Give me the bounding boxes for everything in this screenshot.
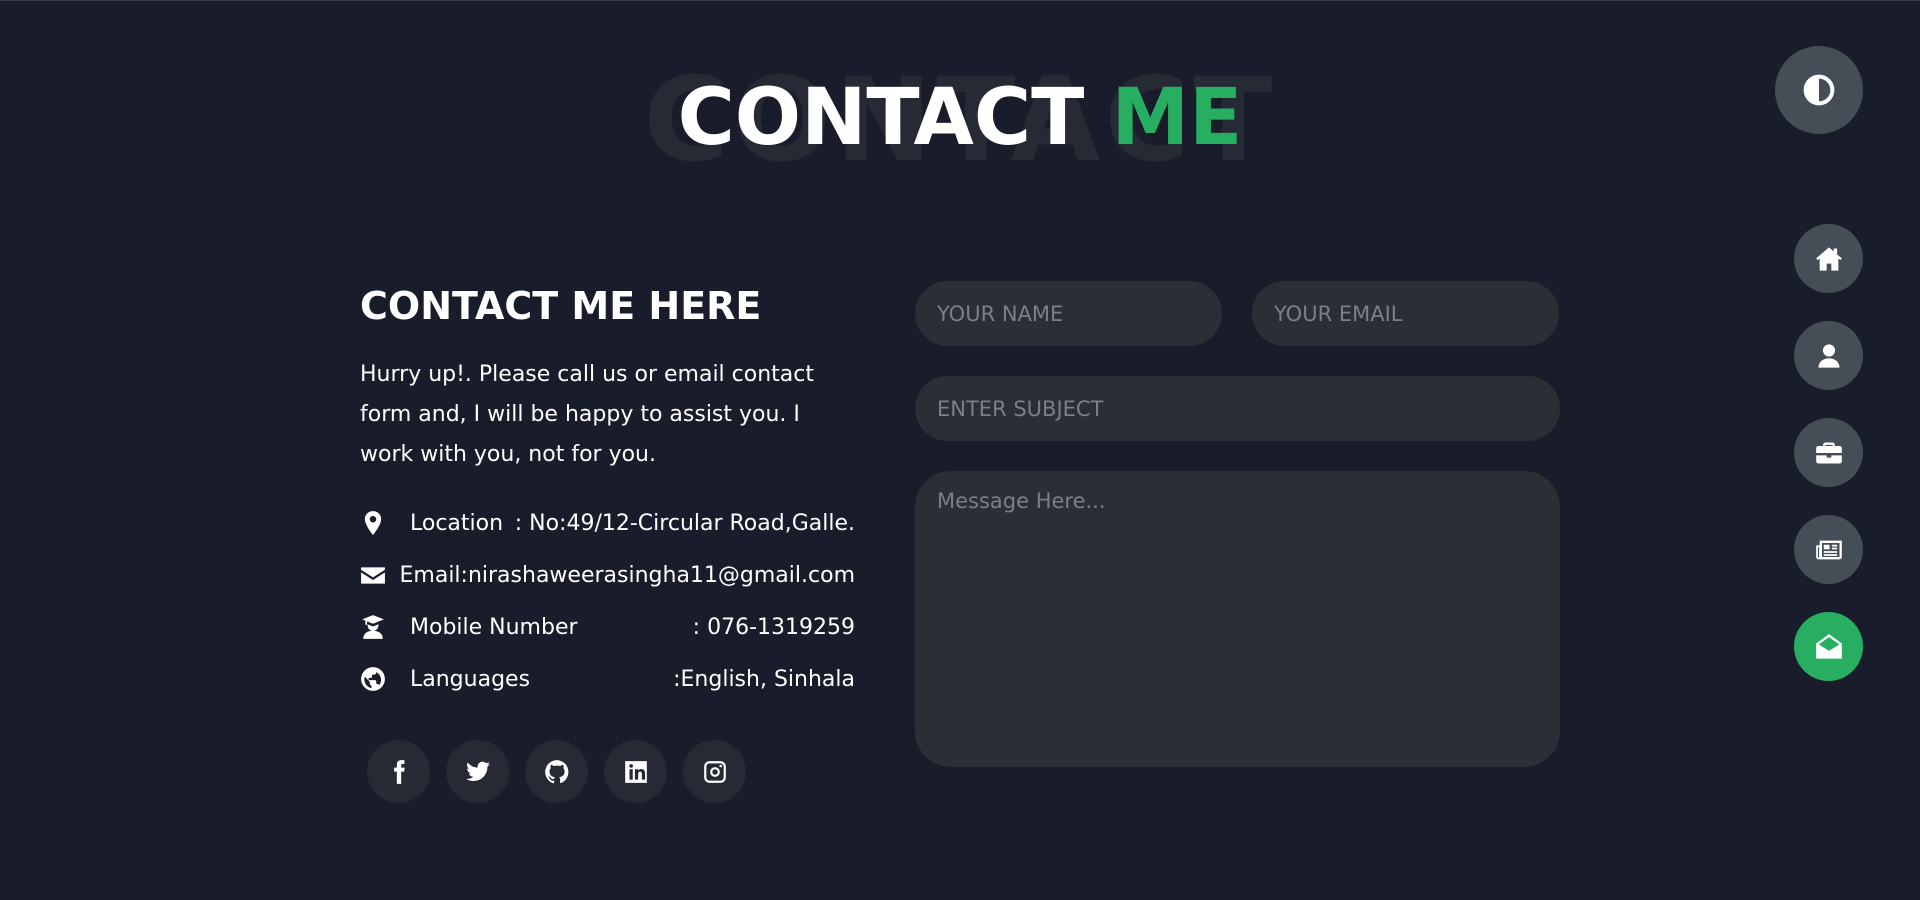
info-label: Languages (410, 666, 531, 692)
briefcase-icon (1815, 442, 1842, 463)
nav-blog[interactable] (1794, 515, 1863, 584)
info-value: :English, Sinhala (673, 666, 855, 692)
map-marker-icon (360, 510, 410, 536)
page-title-highlight: ME (1111, 73, 1243, 163)
contact-intro: Hurry up!. Please call us or email conta… (360, 362, 814, 467)
globe-icon (360, 666, 410, 692)
envelope-open-icon (1815, 633, 1842, 659)
nav-about[interactable] (1794, 321, 1863, 390)
info-value: : 076-1319259 (692, 614, 855, 640)
contact-title: CONTACT ME HERE (360, 284, 762, 328)
info-row-languages: Languages :English, Sinhala (360, 653, 855, 705)
facebook-button[interactable] (367, 740, 430, 803)
instagram-icon (703, 760, 726, 783)
user-graduate-icon (360, 614, 410, 640)
twitter-button[interactable] (446, 740, 509, 803)
section-heading: CONTACT CONTACT ME (0, 50, 1920, 186)
info-row-mobile: Mobile Number : 076-1319259 (360, 601, 855, 653)
info-value: nirashaweerasingha11@gmail.com (467, 562, 855, 588)
page-title-word1: CONTACT (677, 73, 1085, 163)
info-value: : No:49/12-Circular Road,Galle. (514, 510, 855, 536)
instagram-button[interactable] (683, 740, 746, 803)
top-divider (0, 0, 1920, 1)
contact-info: CONTACT ME HERE Hurry up!. Please call u… (360, 270, 855, 705)
facebook-icon (393, 759, 405, 784)
linkedin-icon (624, 760, 647, 783)
github-icon (544, 759, 568, 783)
github-button[interactable] (525, 740, 588, 803)
theme-toggle-button[interactable] (1775, 46, 1863, 134)
contrast-icon (1803, 74, 1835, 106)
message-field[interactable] (915, 471, 1560, 767)
contact-form (915, 281, 1560, 767)
home-icon (1815, 246, 1842, 271)
page-title: CONTACT ME (0, 68, 1920, 168)
info-label: Mobile Number (410, 614, 578, 640)
user-icon (1818, 343, 1839, 368)
info-list: Location : No:49/12-Circular Road,Galle.… (360, 497, 855, 705)
info-row-location: Location : No:49/12-Circular Road,Galle. (360, 497, 855, 549)
form-row-name-email (915, 281, 1560, 346)
twitter-icon (465, 761, 490, 781)
newspaper-icon (1815, 540, 1842, 559)
nav-home[interactable] (1794, 224, 1863, 293)
info-row-email: Email: nirashaweerasingha11@gmail.com (360, 549, 855, 601)
email-field[interactable] (1252, 281, 1559, 346)
subject-field[interactable] (915, 376, 1560, 441)
nav-portfolio[interactable] (1794, 418, 1863, 487)
nav-contact[interactable] (1794, 612, 1863, 681)
envelope-icon (360, 562, 400, 588)
info-label: Location (410, 510, 504, 536)
info-label: Email: (399, 562, 468, 588)
social-links (367, 740, 746, 803)
linkedin-button[interactable] (604, 740, 667, 803)
side-nav (1794, 224, 1863, 681)
name-field[interactable] (915, 281, 1222, 346)
